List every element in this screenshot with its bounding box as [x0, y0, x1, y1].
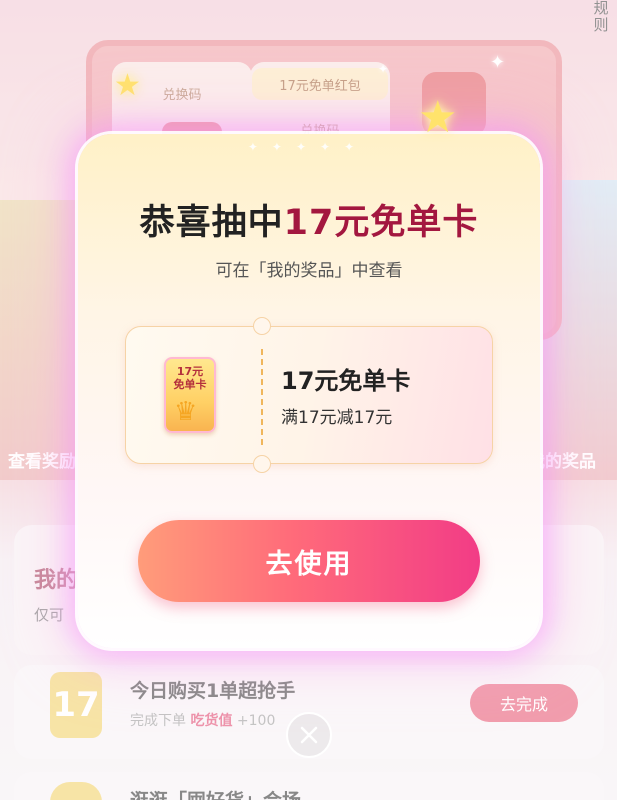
coupon-notch-top: [253, 317, 271, 335]
coupon-divider: [261, 349, 263, 445]
modal-title-highlight: 17元免单卡: [283, 203, 479, 243]
star-icon: ★: [114, 68, 141, 103]
coupon-title: 17元免单卡: [281, 367, 411, 395]
close-button[interactable]: [286, 712, 332, 758]
free-order-card-image: 17元 免单卡 ♛: [164, 357, 216, 433]
sparkle-icon: ✦: [378, 62, 389, 76]
sparkle-decoration: ✦✦✦✦✦: [247, 140, 369, 154]
coupon-card: 17元 免单卡 ♛ 17元免单卡 满17元减17元: [125, 317, 493, 473]
sparkle-icon: ✦: [490, 52, 506, 73]
crown-icon: ♛: [174, 397, 198, 427]
coupon-description: 满17元减17元: [281, 408, 393, 428]
modal-subtitle: 可在「我的奖品」中查看: [215, 261, 403, 281]
modal-title-prefix: 恭喜抽中: [139, 203, 284, 243]
coupon-notch-bottom: [253, 455, 271, 473]
star-icon: ★: [418, 92, 458, 143]
close-icon: [300, 726, 318, 744]
modal-title: 恭喜抽中17元免单卡: [78, 194, 540, 245]
card-image-text: 17元 免单卡: [173, 365, 207, 391]
use-now-button[interactable]: 去使用: [138, 520, 480, 602]
prize-modal: ✦✦✦✦✦ 恭喜抽中17元免单卡 可在「我的奖品」中查看 17元 免单卡 ♛ 17…: [78, 134, 540, 648]
